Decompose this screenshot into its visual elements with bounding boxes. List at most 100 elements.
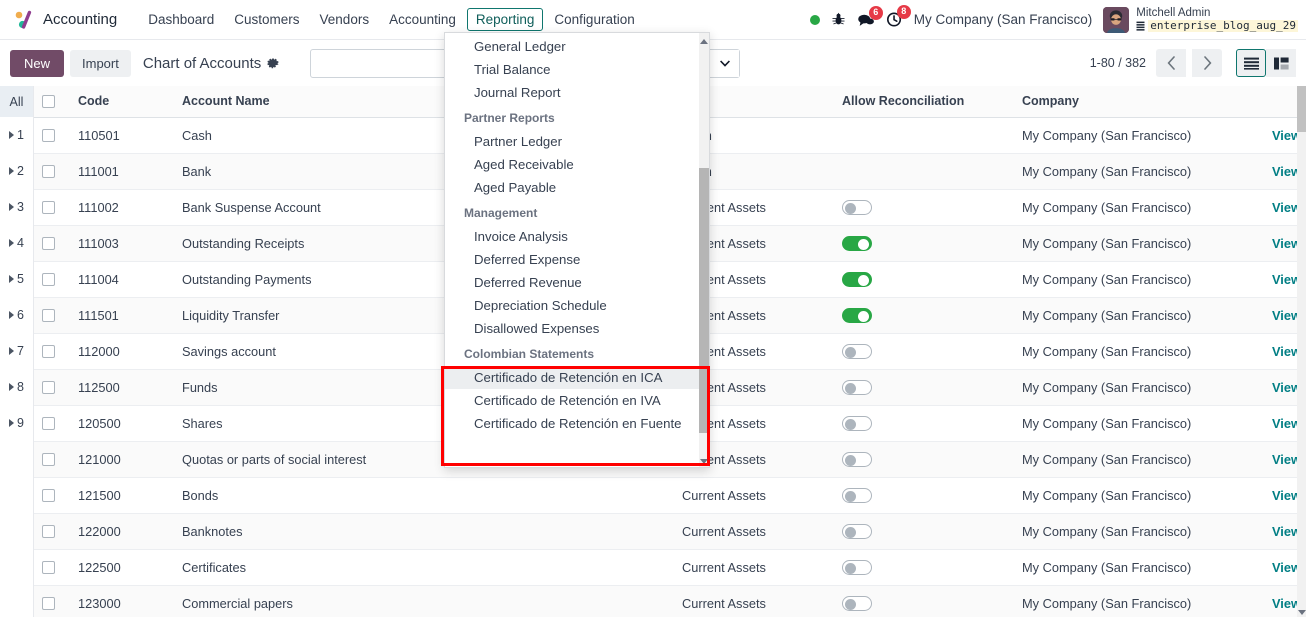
row-select-cell (34, 261, 70, 298)
kanban-view-button[interactable] (1266, 49, 1296, 77)
group-row-5[interactable]: 5 (0, 261, 33, 297)
group-label: 5 (17, 272, 24, 286)
row-select-cell (34, 153, 70, 190)
group-row-3[interactable]: 3 (0, 189, 33, 225)
cell-account-name: Commercial papers (174, 585, 674, 617)
row-checkbox[interactable] (42, 524, 55, 538)
bug-icon[interactable] (831, 12, 846, 27)
cell-company: My Company (San Francisco) (1014, 333, 1264, 370)
dropdown-menu-item[interactable]: Certificado de Retención en Fuente (445, 412, 701, 435)
table-row[interactable]: 123000 Commercial papers Current Assets My … (34, 585, 1306, 617)
row-checkbox[interactable] (42, 596, 55, 610)
dropdown-menu-item[interactable]: Trial Balance (445, 58, 701, 81)
company-switcher[interactable]: My Company (San Francisco) (914, 12, 1093, 27)
list-scrollbar-thumb[interactable] (1297, 86, 1306, 132)
group-row-6[interactable]: 6 (0, 297, 33, 333)
search-dropdown-toggle[interactable] (709, 49, 740, 77)
row-select-cell (34, 549, 70, 586)
dropdown-scroll-up-icon[interactable] (699, 35, 709, 47)
select-all-checkbox[interactable] (42, 94, 55, 108)
row-checkbox[interactable] (42, 488, 55, 502)
reconciliation-toggle[interactable] (842, 416, 872, 432)
list-scrollbar[interactable] (1297, 86, 1306, 617)
dropdown-menu-item[interactable]: Partner Ledger (445, 130, 701, 153)
main-menu: Dashboard Customers Vendors Accounting R… (139, 8, 644, 31)
reconciliation-toggle[interactable] (842, 272, 872, 288)
group-row-8[interactable]: 8 (0, 369, 33, 405)
row-select-cell (34, 477, 70, 514)
group-row-9[interactable]: 9 (0, 405, 33, 441)
header-code[interactable]: Code (70, 86, 174, 118)
new-button[interactable]: New (10, 49, 65, 77)
user-name: Mitchell Admin (1136, 6, 1211, 19)
group-row-2[interactable]: 2 (0, 153, 33, 189)
dropdown-menu-item[interactable]: Deferred Revenue (445, 271, 701, 294)
nav-item-configuration[interactable]: Configuration (545, 8, 643, 31)
reconciliation-toggle[interactable] (842, 236, 872, 252)
reconciliation-toggle[interactable] (842, 200, 872, 216)
group-row-1[interactable]: 1 (0, 117, 33, 153)
user-menu[interactable]: Mitchell Admin enterprise_blog_aug_29 (1103, 6, 1298, 33)
nav-item-dashboard[interactable]: Dashboard (139, 8, 223, 31)
row-checkbox[interactable] (42, 164, 55, 178)
nav-item-reporting[interactable]: Reporting (466, 8, 544, 31)
row-checkbox[interactable] (42, 344, 55, 358)
reconciliation-toggle[interactable] (842, 596, 872, 612)
scroll-down-arrow-icon[interactable] (1297, 607, 1306, 617)
header-company[interactable]: Company (1014, 86, 1264, 118)
dropdown-menu-item[interactable]: Certificado de Retención en ICA (445, 366, 701, 389)
row-checkbox[interactable] (42, 380, 55, 394)
dropdown-scroll-down-icon[interactable] (699, 455, 709, 467)
cell-account-name: Banknotes (174, 513, 674, 550)
reconciliation-toggle[interactable] (842, 452, 872, 468)
dropdown-menu-item[interactable]: Aged Payable (445, 176, 701, 199)
reconciliation-toggle[interactable] (842, 308, 872, 324)
row-checkbox[interactable] (42, 452, 55, 466)
import-button[interactable]: Import (70, 49, 131, 77)
row-checkbox[interactable] (42, 236, 55, 250)
dropdown-scrollbar-thumb[interactable] (699, 168, 709, 433)
row-checkbox[interactable] (42, 128, 55, 142)
gear-icon[interactable] (267, 57, 280, 70)
reconciliation-toggle[interactable] (842, 488, 872, 504)
chat-bubble-icon[interactable]: 6 (857, 5, 883, 28)
dropdown-scrollbar[interactable] (699, 33, 709, 467)
row-checkbox[interactable] (42, 416, 55, 430)
navbar-right: 6 8 My Company (San Francisco) Mitchell … (809, 5, 1306, 33)
dropdown-menu-item[interactable]: Aged Receivable (445, 153, 701, 176)
row-checkbox[interactable] (42, 272, 55, 286)
group-row-4[interactable]: 4 (0, 225, 33, 261)
dropdown-menu-item[interactable]: General Ledger (445, 35, 701, 58)
dropdown-menu-item[interactable]: Certificado de Retención en IVA (445, 389, 701, 412)
reconciliation-toggle[interactable] (842, 560, 872, 576)
dropdown-section-header: Management (464, 206, 538, 220)
nav-item-accounting[interactable]: Accounting (380, 8, 465, 31)
row-checkbox[interactable] (42, 308, 55, 322)
table-row[interactable]: 122000 Banknotes Current Assets My Company … (34, 513, 1306, 550)
list-view-button[interactable] (1236, 49, 1266, 77)
reconciliation-toggle[interactable] (842, 524, 872, 540)
dropdown-menu-item[interactable]: Journal Report (445, 81, 701, 104)
reconciliation-toggle[interactable] (842, 380, 872, 396)
cell-company: My Company (San Francisco) (1014, 117, 1264, 154)
nav-item-vendors[interactable]: Vendors (311, 8, 379, 31)
dropdown-menu-item[interactable]: Invoice Analysis (445, 225, 701, 248)
dropdown-menu-item[interactable]: Depreciation Schedule (445, 294, 701, 317)
group-row-7[interactable]: 7 (0, 333, 33, 369)
row-checkbox[interactable] (42, 200, 55, 214)
nav-item-customers[interactable]: Customers (225, 8, 308, 31)
row-checkbox[interactable] (42, 560, 55, 574)
pager-previous-button[interactable] (1156, 49, 1186, 77)
activities-badge: 8 (896, 5, 911, 19)
brand-area[interactable]: Accounting (0, 8, 117, 32)
clock-icon[interactable]: 8 (886, 5, 911, 28)
header-allow-reconciliation[interactable]: Allow Reconciliation (834, 86, 1014, 118)
dropdown-menu-item[interactable]: Deferred Expense (445, 248, 701, 271)
cell-code: 122500 (70, 549, 174, 586)
table-row[interactable]: 121500 Bonds Current Assets My Company (San… (34, 477, 1306, 514)
table-row[interactable]: 122500 Certificates Current Assets My Compa… (34, 549, 1306, 586)
pager-next-button[interactable] (1192, 49, 1222, 77)
dropdown-menu-item[interactable]: Disallowed Expenses (445, 317, 701, 340)
group-all[interactable]: All (0, 86, 33, 117)
reconciliation-toggle[interactable] (842, 344, 872, 360)
